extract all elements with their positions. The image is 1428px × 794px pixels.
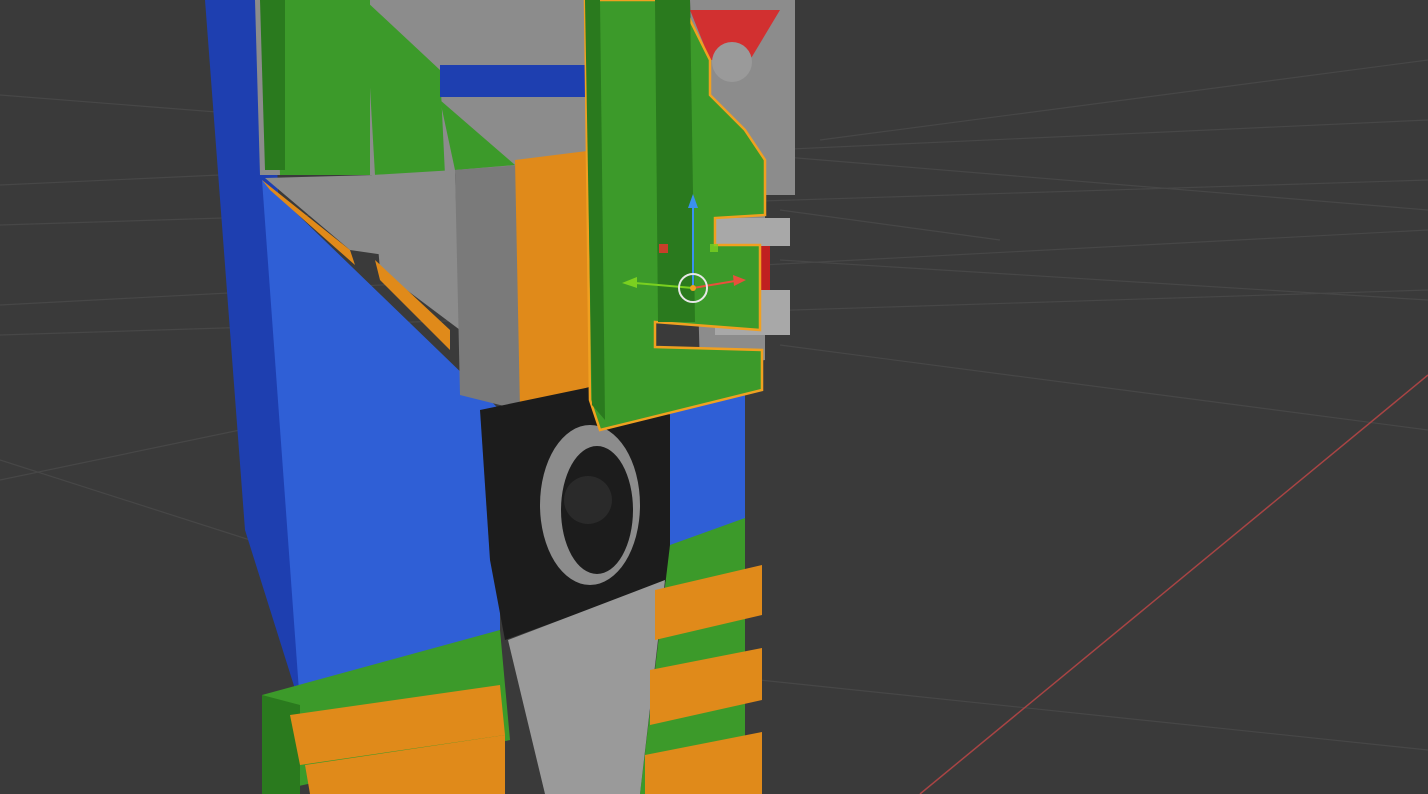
green-band-bottom-dark (262, 695, 300, 794)
3d-viewport[interactable] (0, 0, 1428, 794)
center-stud[interactable] (564, 476, 612, 524)
orange-center-block[interactable] (515, 150, 595, 410)
x-axis-line (919, 374, 1428, 794)
gizmo-plane-handle-red[interactable] (659, 244, 668, 253)
green-fin-1[interactable] (275, 0, 370, 175)
gray-tab-1[interactable] (715, 218, 790, 246)
red-side-accent (760, 246, 770, 290)
blue-stripe (440, 65, 590, 97)
model-object[interactable] (205, 0, 795, 794)
stepped-block-3[interactable] (455, 165, 520, 410)
pivot-dot-icon (690, 285, 696, 291)
viewport-canvas[interactable] (0, 0, 1428, 794)
gray-bolt[interactable] (712, 42, 752, 82)
gizmo-plane-handle-green[interactable] (710, 244, 718, 252)
